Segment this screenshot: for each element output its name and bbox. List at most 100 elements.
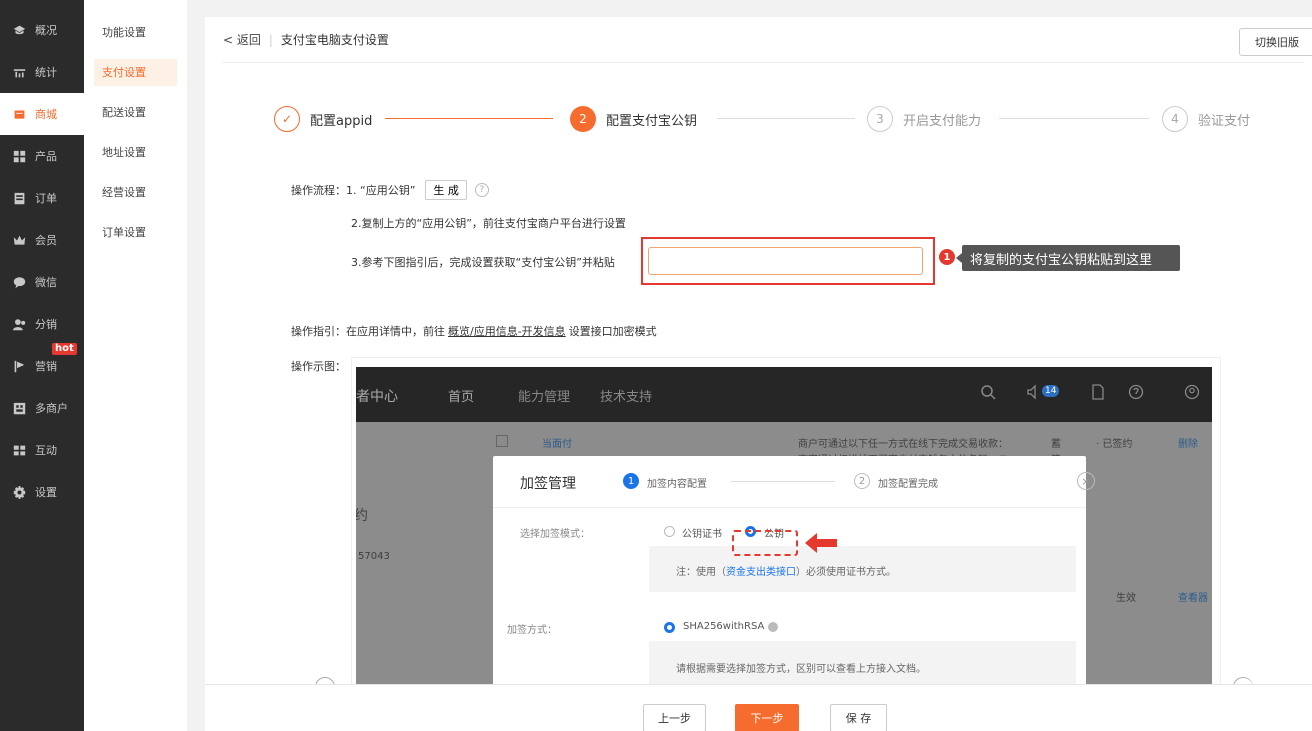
sidebar-item-label: 设置: [35, 486, 57, 499]
sidebar-item-mall[interactable]: 商城: [0, 93, 84, 135]
submenu-item-payment[interactable]: 支付设置: [94, 59, 177, 86]
check-icon: ✓: [274, 106, 300, 132]
submenu-item-business[interactable]: 经营设置: [94, 179, 177, 206]
radio-sha256: [664, 622, 675, 633]
marketing-icon: [12, 359, 26, 373]
page-title: 支付宝电脑支付设置: [280, 33, 389, 47]
demo-right-status: 生效: [1116, 593, 1136, 604]
demo-left-char: 约: [356, 508, 368, 524]
app-info-link[interactable]: 概览/应用信息-开发信息: [448, 323, 566, 339]
demo-label: 操作示图：: [291, 360, 346, 373]
product-icon: [12, 149, 26, 163]
alipay-public-key-input[interactable]: [648, 247, 923, 275]
sidebar-item-label: 互动: [35, 444, 57, 457]
order-icon: [12, 191, 26, 205]
generate-key-button[interactable]: 生 成: [425, 180, 467, 200]
progress-stepper: ✓ 配置appid 2 配置支付宝公钥 3 开启支付能力 4 验证支付: [274, 105, 1264, 133]
process-label: 操作流程：: [291, 184, 346, 197]
guide-row: 操作指引： 在应用详情中，前往 概览/应用信息-开发信息 设置接口加密模式: [291, 323, 657, 339]
note-text: 注：使用（资金支出类接口）必须使用证书方式。: [676, 563, 896, 578]
info-icon: [768, 622, 778, 632]
process-row-3: 3.参考下图指引后，完成设置获取“支付宝公钥”并粘贴: [351, 254, 615, 270]
submenu-item-delivery[interactable]: 配送设置: [94, 99, 177, 126]
back-link[interactable]: < 返回: [223, 31, 261, 48]
help-icon[interactable]: ?: [474, 183, 489, 197]
distribution-icon: [12, 317, 26, 331]
step-configure-alipay-key: 2 配置支付宝公钥: [570, 105, 697, 133]
sidebar-item-wechat[interactable]: 微信: [0, 261, 84, 303]
sidebar-item-distribution[interactable]: 分销: [0, 303, 84, 345]
step-number: 3: [867, 106, 893, 132]
save-button[interactable]: 保 存: [830, 704, 887, 731]
sign-method-label: 加签方式：: [507, 625, 557, 636]
demo-nav-title: 者中心: [356, 389, 398, 405]
dialog-step-number: 1: [623, 473, 639, 489]
demo-image: 者中心 首页 能力管理 技术支持 14 当面付 商户可通过以下任一方式在线下完成…: [356, 367, 1212, 731]
main-sidebar: 概况 统计 商城 产品 订单 会员 微信 分销 hot 营销 多商户 互动 设置: [0, 0, 84, 731]
sidebar-item-merchant[interactable]: 多商户: [0, 387, 84, 429]
sidebar-item-overview[interactable]: 概况: [0, 9, 84, 51]
step-verify-payment: 4 验证支付: [1162, 105, 1250, 133]
demo-left-num: 57043: [358, 551, 390, 562]
mall-icon: [12, 107, 26, 121]
step-connector: [385, 118, 553, 119]
sidebar-item-settings[interactable]: 设置: [0, 471, 84, 513]
demo-nav-support: 技术支持: [600, 390, 653, 405]
submenu-item-order[interactable]: 订单设置: [94, 219, 177, 246]
sidebar-item-label: 分销: [35, 318, 57, 331]
sidebar-item-label: 统计: [35, 66, 57, 79]
tip-number-badge: 1: [939, 249, 955, 265]
demo-nav-capability: 能力管理: [518, 390, 571, 405]
next-step-button[interactable]: 下一步: [735, 704, 799, 731]
dialog-step-connector: [731, 481, 835, 482]
sidebar-item-label: 营销: [35, 360, 57, 373]
note-pre: 注：使用（: [676, 567, 726, 578]
step-number: 4: [1162, 106, 1188, 132]
dialog-title: 加签管理: [520, 476, 576, 492]
step-configure-appid: ✓ 配置appid: [274, 105, 372, 133]
help-circle-icon: [1128, 384, 1144, 404]
note-post: ）必须使用证书方式。: [796, 567, 896, 578]
step-label: 配置支付宝公钥: [606, 113, 698, 129]
switch-old-version-button[interactable]: 切换旧版: [1239, 28, 1312, 56]
dialog-step-label: 加签配置完成: [878, 479, 938, 490]
sidebar-item-label: 订单: [35, 192, 57, 205]
dialog-step-label: 加签内容配置: [647, 479, 707, 490]
sidebar-item-product[interactable]: 产品: [0, 135, 84, 177]
process-step-3: 3.参考下图指引后，完成设置获取“支付宝公钥”并粘贴: [351, 256, 615, 269]
user-icon: [1184, 384, 1200, 404]
sidebar-item-member[interactable]: 会员: [0, 219, 84, 261]
step-connector: [717, 118, 855, 119]
prev-step-button[interactable]: 上一步: [643, 704, 706, 731]
sidebar-item-label: 多商户: [35, 402, 68, 415]
submenu-item-address[interactable]: 地址设置: [94, 139, 177, 166]
step-label: 开启支付能力: [903, 113, 982, 129]
overview-icon: [12, 23, 26, 37]
search-icon: [980, 384, 996, 404]
close-icon: ×: [1077, 472, 1095, 490]
interaction-icon: [12, 443, 26, 457]
step-connector: [999, 118, 1149, 119]
guide-label: 操作指引：: [291, 325, 346, 338]
demo-label-row: 操作示图：: [291, 358, 346, 374]
sidebar-item-interaction[interactable]: 互动: [0, 429, 84, 471]
process-row-1: 操作流程： 1. “应用公钥” 生 成 ?: [291, 180, 489, 200]
sidebar-item-marketing[interactable]: hot 营销: [0, 343, 84, 387]
sidebar-item-label: 产品: [35, 150, 57, 163]
red-arrow-icon: [805, 533, 837, 553]
sidebar-item-label: 概况: [35, 24, 57, 37]
step-label: 配置appid: [310, 113, 373, 129]
demo-checkbox: [496, 435, 508, 447]
sidebar-item-order[interactable]: 订单: [0, 177, 84, 219]
settings-submenu: 功能设置 支付设置 配送设置 地址设置 经营设置 订单设置: [84, 0, 187, 731]
notification-badge: 14: [1042, 385, 1060, 397]
sidebar-item-stats[interactable]: 统计: [0, 51, 84, 93]
highlight-dashed-box: [732, 530, 798, 556]
option-cert-label: 公钥证书: [682, 529, 722, 540]
dialog-step-number: 2: [854, 473, 870, 489]
submenu-item-function[interactable]: 功能设置: [94, 19, 177, 46]
sidebar-item-label: 商城: [35, 108, 57, 121]
member-icon: [12, 233, 26, 247]
option-sha-label: SHA256withRSA: [683, 621, 765, 632]
footer-actions: 上一步 下一步 保 存: [205, 684, 1312, 731]
